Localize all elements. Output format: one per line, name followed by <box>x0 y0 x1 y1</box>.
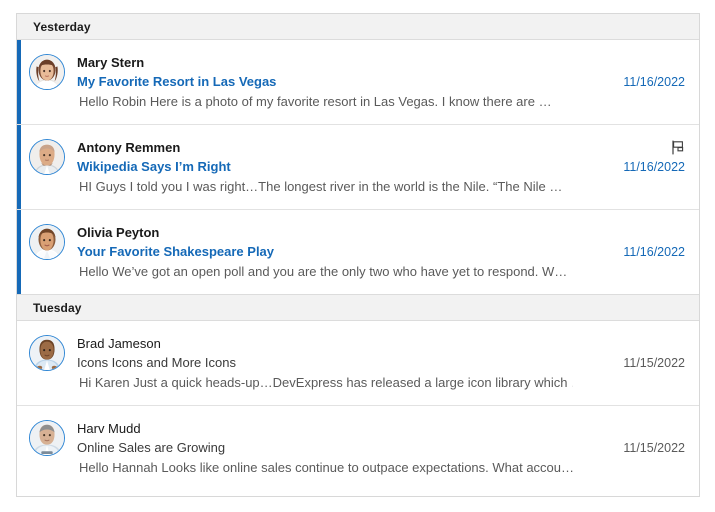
mail-item-body: Mary Stern My Favorite Resort in Las Vega… <box>77 52 573 112</box>
mail-date: 11/15/2022 <box>623 441 685 455</box>
mail-subject[interactable]: Wikipedia Says I’m Right <box>77 157 573 177</box>
avatar-harv-mudd <box>29 420 65 456</box>
mail-date: 11/16/2022 <box>623 75 685 89</box>
mail-item-meta: 11/16/2022 <box>573 137 685 176</box>
avatar-olivia-peyton <box>29 224 65 260</box>
mail-preview-text: Hello Robin Here is a photo of my favori… <box>79 94 552 109</box>
mail-item-body: Olivia Peyton Your Favorite Shakespeare P… <box>77 222 573 282</box>
mail-list-item[interactable]: Brad Jameson Icons Icons and More Icons Hi… <box>17 321 699 406</box>
mail-item-body: Harv Mudd Online Sales are Growing Hello H… <box>77 418 573 478</box>
mail-list-item[interactable]: Mary Stern My Favorite Resort in Las Vega… <box>17 40 699 125</box>
mail-item-meta: 11/16/2022 <box>573 52 685 91</box>
mail-date: 11/15/2022 <box>623 356 685 370</box>
group-header-label: Yesterday <box>33 19 91 34</box>
mail-date: 11/16/2022 <box>623 160 685 174</box>
unread-indicator-bar <box>17 125 21 209</box>
avatar-mary-stern <box>29 54 65 90</box>
mail-list-item[interactable]: Antony Remmen Wikipedia Says I’m Right HI … <box>17 125 699 210</box>
unread-indicator-bar <box>17 40 21 124</box>
avatar-cell <box>17 52 77 90</box>
avatar-cell <box>17 418 77 456</box>
mail-list-item[interactable]: Harv Mudd Online Sales are Growing Hello H… <box>17 406 699 490</box>
mail-item-body: Brad Jameson Icons Icons and More Icons Hi… <box>77 333 573 393</box>
avatar-cell <box>17 222 77 260</box>
mail-item-meta: 11/15/2022 <box>573 333 685 372</box>
flag-icon[interactable] <box>671 138 685 156</box>
mail-item-meta: 11/15/2022 <box>573 418 685 457</box>
mail-date: 11/16/2022 <box>623 245 685 259</box>
group-header-label: Tuesday <box>33 300 82 315</box>
sender-name: Olivia Peyton <box>77 225 160 240</box>
group-header-yesterday[interactable]: Yesterday <box>17 14 699 40</box>
mail-preview-text: Hello Hannah Looks like online sales con… <box>79 460 573 475</box>
sender-name: Mary Stern <box>77 55 145 70</box>
avatar-antony-remmen <box>29 139 65 175</box>
mail-subject[interactable]: Your Favorite Shakespeare Play <box>77 242 573 262</box>
mail-preview-text: HI Guys I told you I was right…The longe… <box>79 179 563 194</box>
mail-item-meta: 11/16/2022 <box>573 222 685 261</box>
avatar-cell <box>17 333 77 371</box>
sender-name: Harv Mudd <box>77 421 141 436</box>
mail-preview-text: Hi Karen Just a quick heads-up…DevExpres… <box>79 375 573 390</box>
sender-name: Brad Jameson <box>77 336 161 351</box>
mail-item-body: Antony Remmen Wikipedia Says I’m Right HI … <box>77 137 573 197</box>
unread-indicator-bar <box>17 210 21 294</box>
sender-name: Antony Remmen <box>77 140 181 155</box>
avatar-cell <box>17 137 77 175</box>
mail-list-panel: Yesterday Mary Stern My Favorite Resort i… <box>16 13 700 497</box>
avatar-brad-jameson <box>29 335 65 371</box>
mail-preview-text: Hello We’ve got an open poll and you are… <box>79 264 568 279</box>
mail-subject[interactable]: Icons Icons and More Icons <box>77 353 573 373</box>
mail-subject[interactable]: Online Sales are Growing <box>77 438 573 458</box>
group-header-tuesday[interactable]: Tuesday <box>17 295 699 321</box>
mail-subject[interactable]: My Favorite Resort in Las Vegas <box>77 72 573 92</box>
mail-list-item[interactable]: Olivia Peyton Your Favorite Shakespeare P… <box>17 210 699 295</box>
